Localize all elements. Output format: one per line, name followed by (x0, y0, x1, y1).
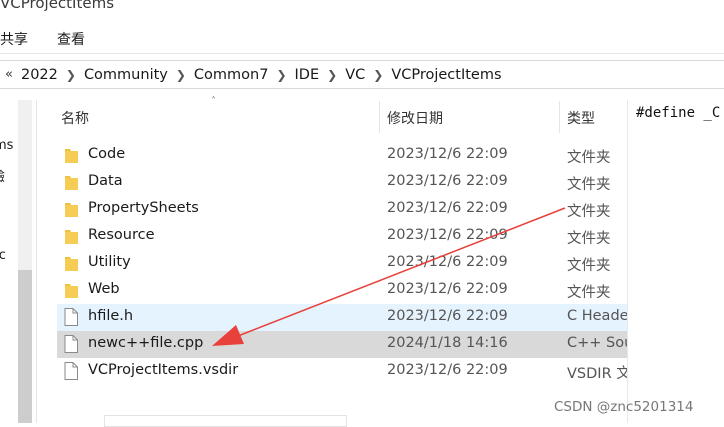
list-item[interactable]: PropertySheets 2023/12/6 22:09 文件夹 (57, 196, 627, 223)
file-type: 文件夹 (567, 285, 611, 301)
file-type: C++ Sou (567, 335, 627, 351)
folder-icon (65, 149, 78, 163)
file-name: Data (88, 173, 123, 189)
file-type: C Heade (567, 308, 627, 324)
file-date: 2023/12/6 22:09 (387, 200, 508, 216)
tooltip-box (104, 415, 347, 427)
file-date: 2023/12/6 22:09 (387, 146, 508, 162)
watermark: CSDN @znc5201314 (554, 399, 694, 415)
file-name: Resource (88, 227, 155, 243)
preview-divider[interactable] (627, 100, 628, 423)
file-name: VCProjectItems.vsdir (88, 362, 239, 378)
list-item[interactable]: newc++file.cpp 2024/1/18 14:16 C++ Sou (57, 331, 627, 358)
preview-pane-text: #define _C (636, 105, 721, 121)
file-name: newc++file.cpp (88, 335, 204, 351)
file-date: 2023/12/6 22:09 (387, 281, 508, 297)
file-type: 文件夹 (567, 150, 611, 166)
folder-icon (65, 176, 78, 190)
file-type: 文件夹 (567, 258, 611, 274)
list-item[interactable]: VCProjectItems.vsdir 2023/12/6 22:09 VSD… (57, 358, 627, 385)
list-item[interactable]: Code 2023/12/6 22:09 文件夹 (57, 142, 627, 169)
list-item[interactable]: Web 2023/12/6 22:09 文件夹 (57, 277, 627, 304)
file-name: Web (88, 281, 120, 297)
file-date: 2023/12/6 22:09 (387, 227, 508, 243)
file-date: 2024/1/18 14:16 (387, 335, 508, 351)
folder-icon (65, 284, 78, 298)
file-icon (64, 335, 78, 353)
breadcrumb-overflow-icon[interactable]: « (5, 67, 13, 82)
list-item[interactable]: Data 2023/12/6 22:09 文件夹 (57, 169, 627, 196)
file-list: Code 2023/12/6 22:09 文件夹 Data 2023/12/6 … (37, 0, 627, 423)
folder-icon (65, 230, 78, 244)
file-name: Utility (88, 254, 131, 270)
file-type: 文件夹 (567, 231, 611, 247)
file-type: 文件夹 (567, 204, 611, 220)
nav-item[interactable]: sc (0, 248, 6, 263)
folder-icon (65, 203, 78, 217)
folder-icon (65, 257, 78, 271)
nav-item[interactable]: 驗 (0, 166, 5, 185)
file-name: PropertySheets (88, 200, 199, 216)
file-icon (64, 308, 78, 326)
file-date: 2023/12/6 22:09 (387, 362, 508, 378)
list-item[interactable]: Resource 2023/12/6 22:09 文件夹 (57, 223, 627, 250)
file-date: 2023/12/6 22:09 (387, 254, 508, 270)
file-date: 2023/12/6 22:09 (387, 173, 508, 189)
file-date: 2023/12/6 22:09 (387, 308, 508, 324)
list-item[interactable]: Utility 2023/12/6 22:09 文件夹 (57, 250, 627, 277)
file-icon (64, 362, 78, 380)
file-type: 文件夹 (567, 177, 611, 193)
file-name: hfile.h (88, 308, 134, 324)
file-type: VSDIR 文 (567, 366, 627, 382)
menu-share[interactable]: 共享 (0, 29, 28, 49)
list-item[interactable]: hfile.h 2023/12/6 22:09 C Heade (57, 304, 627, 331)
file-name: Code (88, 146, 126, 162)
nav-item[interactable]: ms (0, 138, 13, 153)
navigation-scrollbar-thumb[interactable] (18, 270, 32, 423)
